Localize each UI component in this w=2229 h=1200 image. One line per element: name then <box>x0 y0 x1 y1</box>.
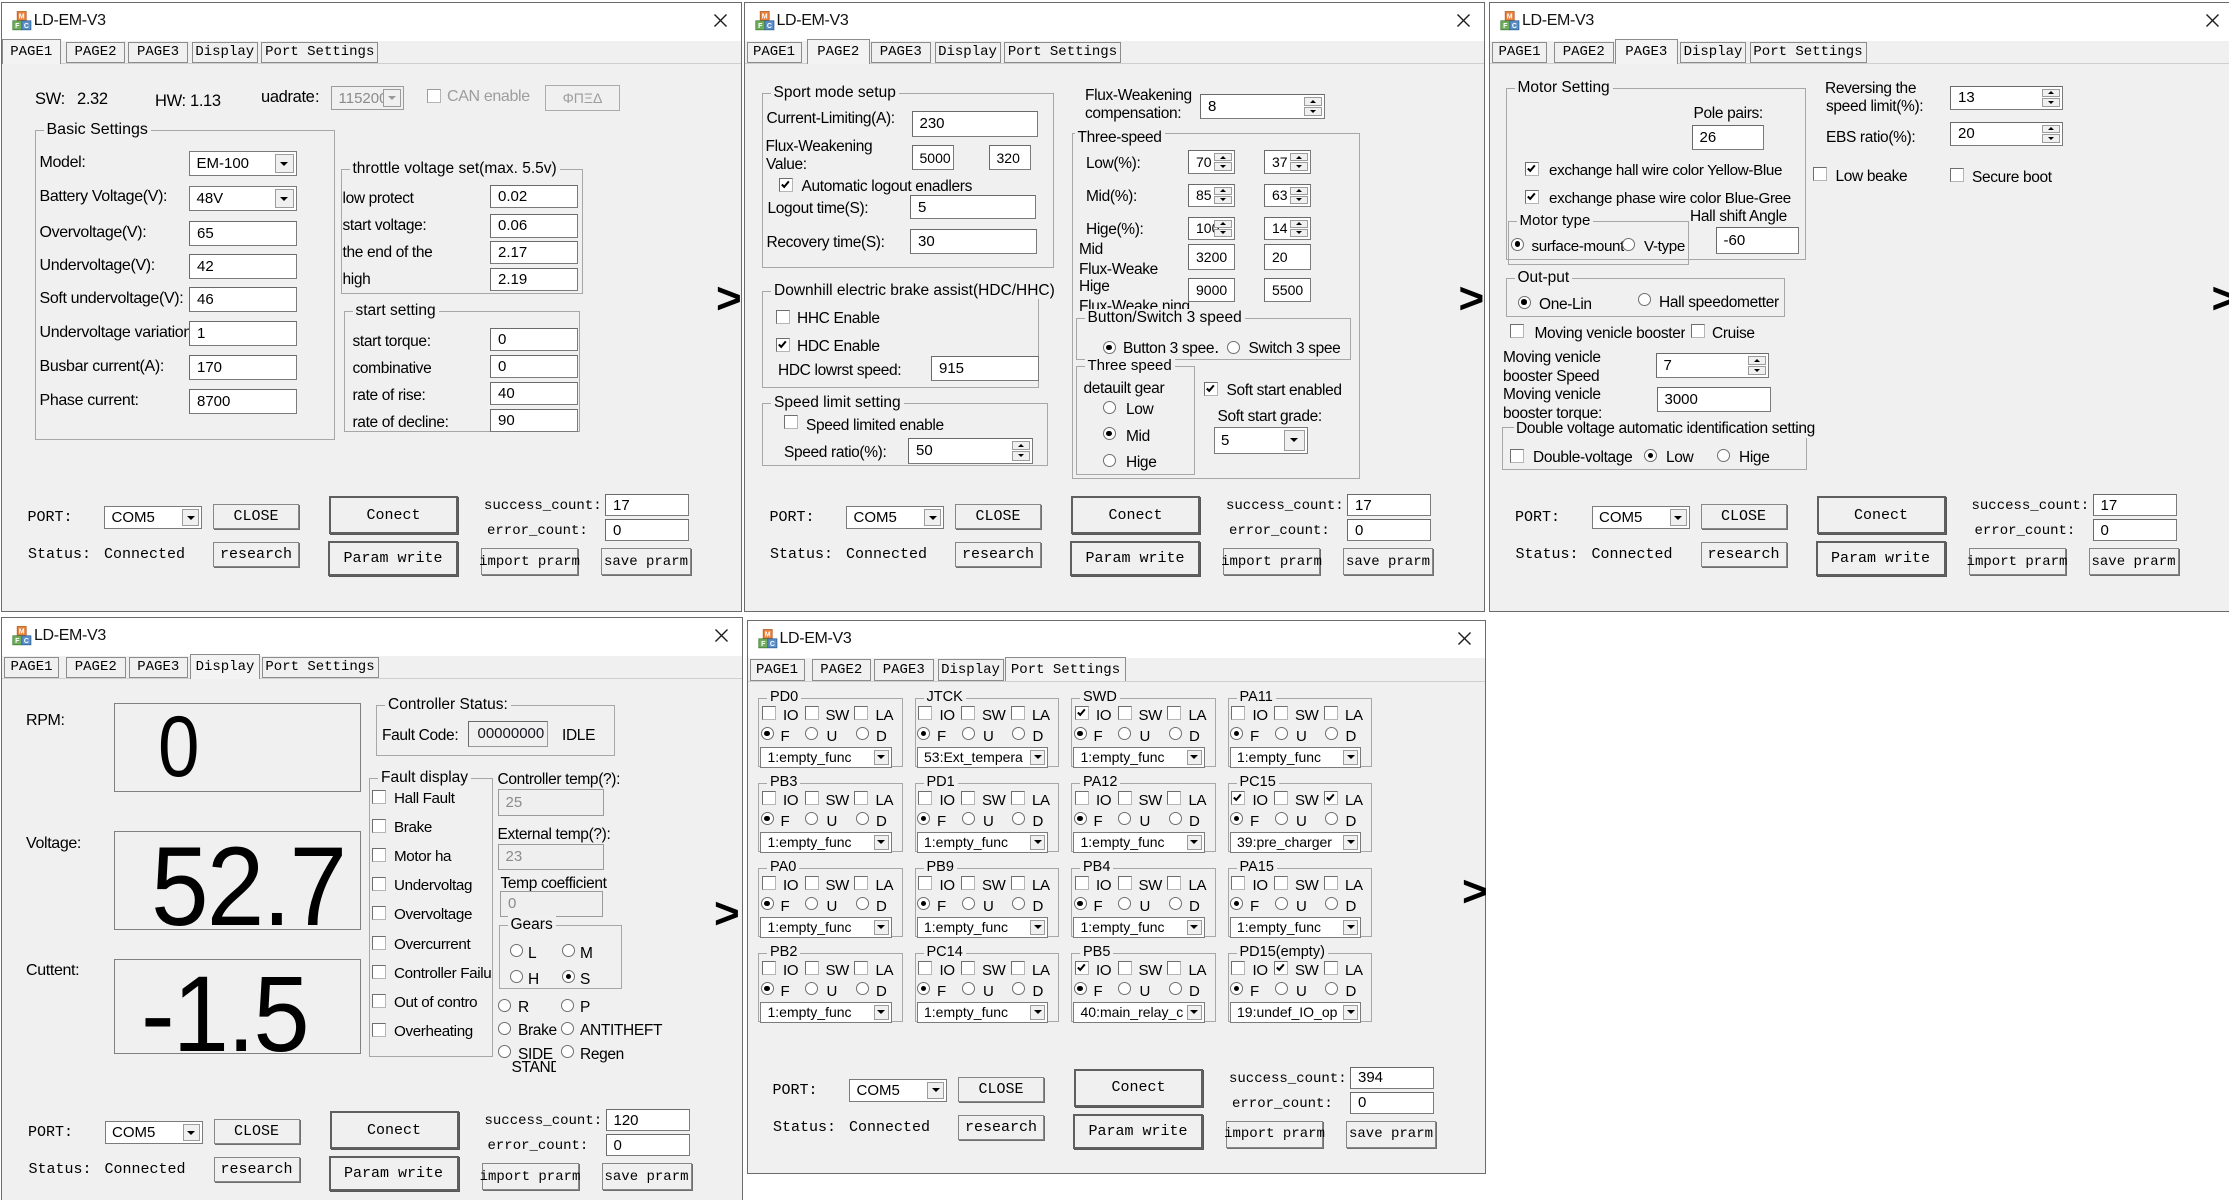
svg-text:F: F <box>1503 23 1508 30</box>
svg-text:C: C <box>1512 23 1517 30</box>
svg-text:F: F <box>758 23 763 30</box>
svg-text:C: C <box>24 638 29 645</box>
svg-text:M: M <box>764 631 770 638</box>
svg-text:M: M <box>761 14 767 21</box>
svg-text:F: F <box>761 640 766 647</box>
svg-text:M: M <box>19 14 25 21</box>
svg-text:F: F <box>15 23 20 30</box>
svg-text:M: M <box>19 629 25 636</box>
svg-text:M: M <box>1507 14 1513 21</box>
svg-text:C: C <box>24 23 29 30</box>
svg-text:C: C <box>766 23 771 30</box>
svg-text:C: C <box>769 640 774 647</box>
svg-text:F: F <box>15 638 20 645</box>
